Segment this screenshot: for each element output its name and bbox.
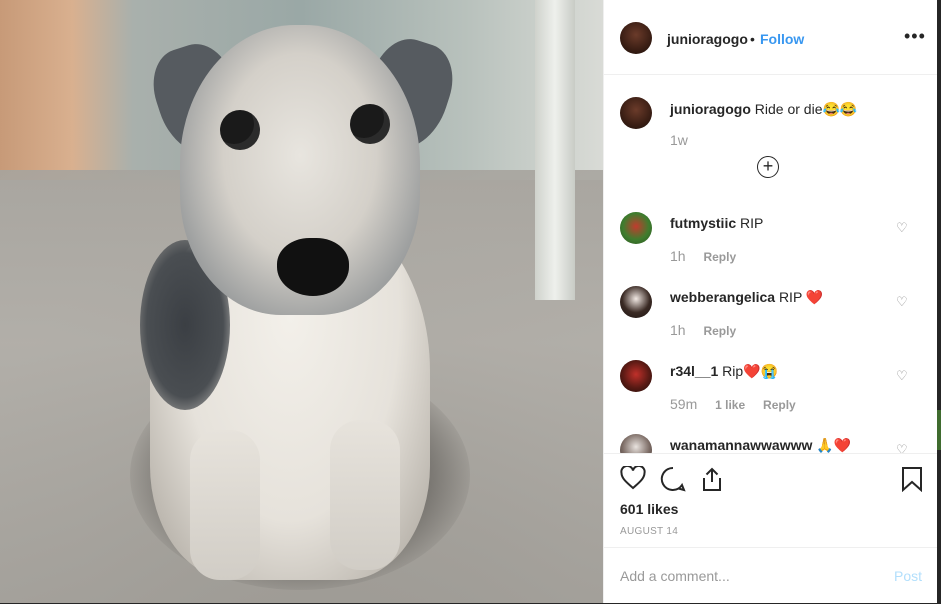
comment-meta: 1h Reply — [670, 248, 750, 264]
background-edge — [937, 0, 941, 603]
comment-input[interactable] — [620, 564, 880, 588]
comment-meta: 1h Reply — [670, 322, 750, 338]
comment-text: r34l__1 Rip❤️😭 — [670, 363, 778, 380]
caption-avatar[interactable] — [620, 97, 652, 129]
comment-text: futmystiic RIP — [670, 215, 763, 231]
dog-leg-left — [190, 430, 260, 580]
comment-like-heart-icon[interactable]: ♡ — [896, 442, 908, 453]
comment-like-heart-icon[interactable]: ♡ — [896, 220, 908, 236]
comment-like-heart-icon[interactable]: ♡ — [896, 368, 908, 384]
post-date[interactable]: AUGUST 14 — [620, 526, 678, 537]
comment-body: RIP — [778, 289, 803, 305]
comment-body: Rip — [722, 363, 744, 379]
comment-reply-button[interactable]: Reply — [703, 250, 736, 264]
follow-button[interactable]: Follow — [760, 31, 804, 47]
comment-reply-button[interactable]: Reply — [703, 324, 736, 338]
add-comment-bar: Post — [604, 547, 938, 604]
comment-avatar[interactable] — [620, 434, 652, 453]
author-username[interactable]: junioragogo — [667, 31, 748, 47]
comment-username[interactable]: wanamannawwawww — [670, 437, 812, 453]
post-comment-button[interactable]: Post — [894, 568, 922, 584]
comment-item: wanamannawwawww 🙏❤️ ♡ — [604, 434, 938, 453]
comment-username[interactable]: webberangelica — [670, 289, 775, 305]
comment-timestamp[interactable]: 1h — [670, 322, 686, 338]
comment-timestamp[interactable]: 1h — [670, 248, 686, 264]
comment-username[interactable]: futmystiic — [670, 215, 736, 231]
comment-meta: 59m 1 like Reply — [670, 396, 810, 412]
background-edge-accent — [937, 410, 941, 450]
comment-emoji: 🙏❤️ — [816, 437, 852, 453]
photo-pole — [535, 0, 575, 300]
comment-body: RIP — [740, 215, 764, 231]
comment-item: r34l__1 Rip❤️😭 59m 1 like Reply ♡ — [604, 360, 938, 434]
comment-avatar[interactable] — [620, 286, 652, 318]
post-image[interactable] — [0, 0, 603, 603]
comment-emoji: ❤️ — [805, 289, 824, 305]
comment-item: futmystiic RIP 1h Reply ♡ — [604, 212, 938, 286]
caption-emoji: 😂😂 — [822, 101, 858, 117]
dog-eye-left — [220, 110, 260, 150]
caption-username[interactable]: junioragogo — [670, 101, 751, 117]
comment-username[interactable]: r34l__1 — [670, 363, 718, 379]
likes-count[interactable]: 601 likes — [620, 501, 678, 517]
comments-list[interactable]: junioragogo Ride or die😂😂 1w + futmystii… — [604, 75, 938, 453]
load-more-comments-icon[interactable]: + — [757, 156, 779, 178]
post-side-panel: junioragogo • Follow ••• junioragogo Rid… — [603, 0, 938, 603]
caption-body: Ride or die — [754, 101, 823, 117]
author-avatar[interactable] — [620, 22, 652, 54]
caption-text: junioragogo Ride or die😂😂 — [670, 101, 857, 118]
comment-avatar[interactable] — [620, 212, 652, 244]
comment-likes-count[interactable]: 1 like — [715, 398, 745, 412]
like-heart-icon[interactable] — [620, 464, 646, 495]
dog-nose — [277, 238, 349, 296]
caption-timestamp[interactable]: 1w — [670, 132, 688, 148]
post-actions: 601 likes AUGUST 14 — [604, 453, 938, 548]
comment-like-heart-icon[interactable]: ♡ — [896, 294, 908, 310]
dog-leg-right — [330, 420, 400, 570]
save-bookmark-icon[interactable] — [901, 466, 923, 497]
comment-item: webberangelica RIP ❤️ 1h Reply ♡ — [604, 286, 938, 360]
header-separator: • — [750, 31, 755, 47]
comment-emoji: ❤️😭 — [743, 363, 779, 379]
comment-avatar[interactable] — [620, 360, 652, 392]
comment-reply-button[interactable]: Reply — [763, 398, 796, 412]
dog-eye-right — [350, 104, 390, 144]
post-header: junioragogo • Follow ••• — [604, 0, 938, 75]
share-icon[interactable] — [700, 466, 724, 497]
comment-bubble-icon[interactable] — [660, 466, 686, 497]
comment-text: wanamannawwawww 🙏❤️ — [670, 437, 851, 453]
comment-timestamp[interactable]: 59m — [670, 396, 697, 412]
comment-text: webberangelica RIP ❤️ — [670, 289, 823, 306]
more-options-icon[interactable]: ••• — [904, 26, 926, 47]
